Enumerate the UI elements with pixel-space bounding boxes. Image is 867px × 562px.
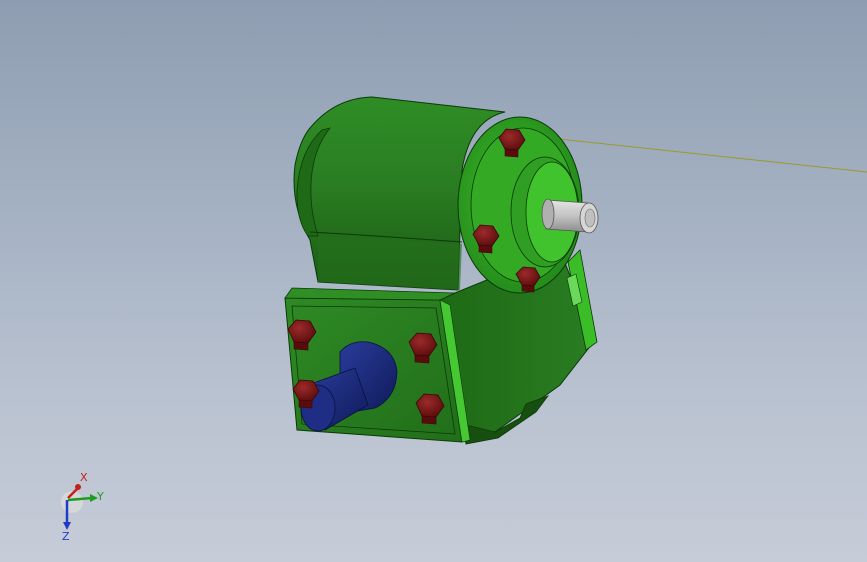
- front-face-top-edge: [284, 287, 456, 301]
- graphics-viewport[interactable]: X Y Z: [0, 0, 867, 562]
- triad-z-arrow: [63, 522, 71, 530]
- output-shaft-center: [584, 208, 596, 228]
- model-scene[interactable]: [0, 0, 867, 562]
- output-shaft-end: [541, 198, 555, 230]
- triad-x-label: X: [80, 471, 88, 484]
- drum-shading: [318, 236, 462, 290]
- coordinate-triad: X Y Z: [61, 471, 104, 542]
- triad-x-tip: [75, 484, 81, 490]
- triad-z-label: Z: [62, 530, 70, 542]
- triad-y-label: Y: [96, 490, 104, 503]
